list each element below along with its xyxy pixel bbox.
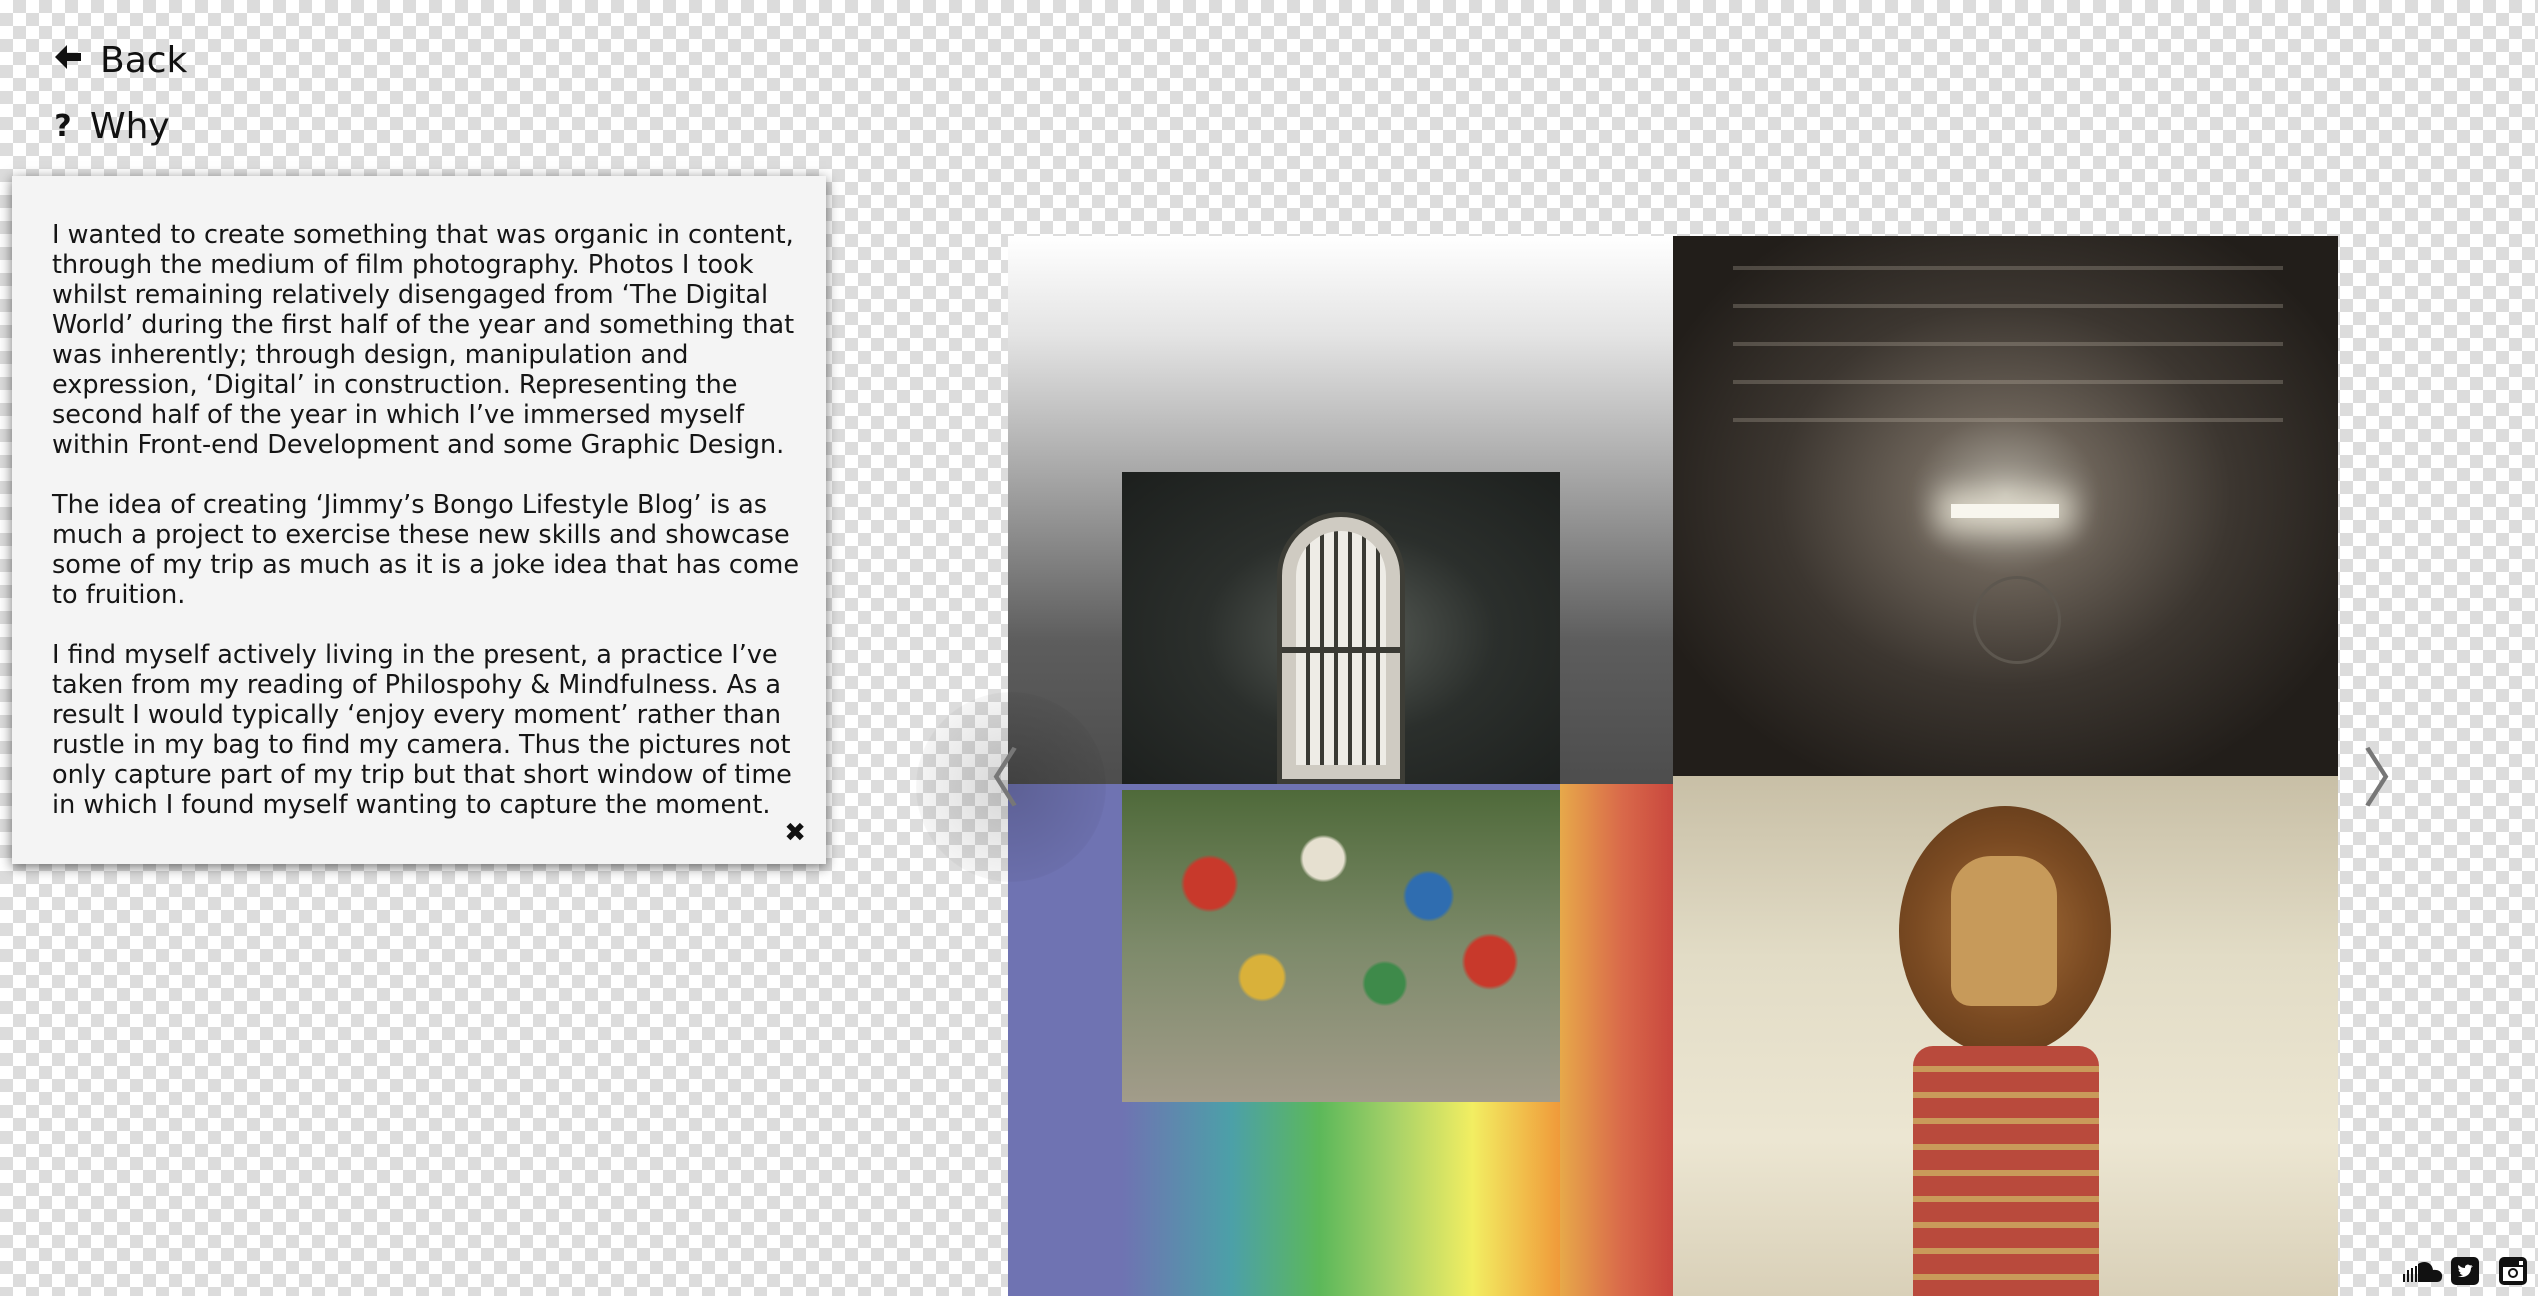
arched-window-shape bbox=[1277, 512, 1405, 784]
photo-prayer-flags bbox=[1122, 790, 1560, 1102]
chevron-right-icon: 〉 bbox=[2362, 743, 2426, 817]
wall-fan bbox=[1973, 576, 2061, 664]
question-mark-icon: ? bbox=[54, 109, 72, 144]
gallery-tile-statue[interactable] bbox=[1673, 776, 2338, 1296]
gallery-tile-prayer-flags[interactable] bbox=[1008, 784, 1673, 1296]
why-label: Why bbox=[90, 106, 170, 147]
fluorescent-lamp bbox=[1951, 504, 2059, 518]
close-icon[interactable]: ✖ bbox=[784, 820, 806, 846]
next-arrow-button[interactable]: 〉 bbox=[2362, 748, 2426, 812]
instagram-icon[interactable] bbox=[2498, 1256, 2528, 1286]
rainbow-gradient bbox=[1122, 1102, 1560, 1296]
gallery-tile-window[interactable] bbox=[1008, 236, 1673, 784]
social-links bbox=[2402, 1256, 2528, 1286]
ceiling-slats bbox=[1733, 266, 2283, 446]
why-paragraph-2: The idea of creating ‘Jimmy’s Bongo Life… bbox=[52, 490, 800, 610]
warm-gradient-strip bbox=[1560, 784, 1673, 1296]
photo-gallery bbox=[1008, 236, 2338, 1296]
arrow-left-icon bbox=[50, 42, 86, 80]
why-link[interactable]: ? Why bbox=[50, 106, 170, 147]
why-paragraph-3: I find myself actively living in the pre… bbox=[52, 640, 792, 820]
why-paragraph-1: I wanted to create something that was or… bbox=[52, 220, 795, 460]
statue-figure bbox=[1951, 856, 2057, 1006]
prev-arrow-button[interactable]: 〈 bbox=[916, 692, 1106, 882]
back-label: Back bbox=[100, 40, 188, 81]
why-panel: I wanted to create something that was or… bbox=[12, 176, 826, 864]
chevron-left-icon: 〈 bbox=[956, 743, 1020, 817]
photo-arched-window bbox=[1122, 472, 1560, 784]
soundcloud-icon[interactable] bbox=[2402, 1256, 2443, 1286]
statue-pedestal bbox=[1913, 1046, 2099, 1296]
twitter-icon[interactable] bbox=[2450, 1256, 2480, 1286]
back-link[interactable]: Back bbox=[50, 40, 187, 81]
gallery-tile-lamp[interactable] bbox=[1673, 236, 2338, 776]
